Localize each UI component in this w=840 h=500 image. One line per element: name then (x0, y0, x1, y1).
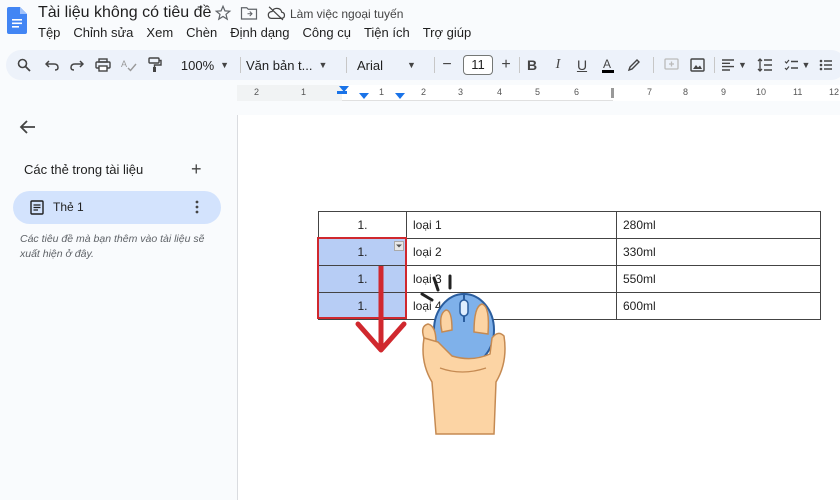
menu-format[interactable]: Định dạng (230, 25, 289, 40)
sidebar-tab-item[interactable]: Thẻ 1 (13, 191, 221, 224)
ruler-number: 1 (301, 87, 307, 97)
toolbar-divider (519, 57, 520, 73)
caret-down-icon: ▼ (738, 60, 747, 70)
align-select[interactable]: ▼ (719, 55, 749, 75)
ruler-first-line-marker[interactable] (337, 91, 347, 94)
table-cell[interactable]: loại 1 (406, 211, 617, 239)
document-tabs-sidebar: Các thẻ trong tài liệu + Thẻ 1 Các tiêu … (0, 101, 237, 500)
svg-text:A: A (121, 59, 127, 69)
menu-view[interactable]: Xem (146, 25, 173, 40)
ruler-number: 4 (497, 87, 503, 97)
table-cell[interactable]: loại 2 (406, 238, 617, 266)
line-spacing-icon[interactable] (755, 55, 775, 75)
toolbar: A 100% ▼ Văn bản t... ▼ Arial ▼ − 11 + B I … (6, 50, 840, 80)
ruler-indent-marker[interactable] (359, 93, 369, 99)
toolbar-divider (714, 57, 715, 73)
ruler-indent-marker[interactable] (395, 93, 405, 99)
spellcheck-icon[interactable]: A (119, 55, 139, 75)
zoom-select[interactable]: 100% ▼ (174, 55, 236, 75)
highlight-pen-icon[interactable] (624, 55, 644, 75)
ruler-number: 5 (535, 87, 541, 97)
caret-down-icon: ▼ (220, 60, 230, 70)
table-row: 1. loại 1 280ml (318, 211, 821, 239)
drag-down-arrow-icon (355, 266, 407, 353)
insert-image-icon[interactable] (687, 55, 707, 75)
table-cell[interactable]: 280ml (616, 211, 821, 239)
search-menus-icon[interactable] (14, 55, 34, 75)
font-family-select[interactable]: Arial ▼ (357, 55, 429, 75)
insert-comment-icon[interactable] (661, 55, 681, 75)
ruler-number: 12 (829, 87, 840, 97)
menu-tools[interactable]: Công cụ (303, 25, 351, 40)
bulleted-list-icon[interactable] (817, 55, 835, 75)
menu-extensions[interactable]: Tiện ích (364, 25, 410, 40)
document-tab-icon (30, 200, 44, 215)
ruler-number: 2 (421, 87, 427, 97)
caret-down-icon: ▼ (801, 60, 811, 70)
caret-down-icon: ▼ (407, 60, 416, 70)
sidebar-heading: Các thẻ trong tài liệu (24, 162, 144, 177)
svg-text:A: A (603, 57, 611, 71)
menu-help[interactable]: Trợ giúp (423, 25, 472, 40)
ruler-number: 7 (647, 87, 653, 97)
underline-button[interactable]: U (572, 55, 592, 75)
menu-bar: Tệp Chỉnh sửa Xem Chèn Định dạng Công cụ… (38, 25, 484, 40)
table-cell[interactable]: 600ml (616, 292, 821, 320)
undo-icon[interactable] (42, 55, 62, 75)
ruler-number: 10 (756, 87, 767, 97)
ruler-number: 1 (379, 87, 385, 97)
paragraph-style-select[interactable]: Văn bản t... ▼ (246, 55, 338, 75)
toolbar-divider (653, 57, 654, 73)
document-title[interactable]: Tài liệu không có tiêu đề (38, 4, 211, 22)
print-icon[interactable] (93, 55, 113, 75)
ruler-number: 9 (721, 87, 727, 97)
cell-menu-chevron-icon[interactable] (394, 241, 404, 251)
star-icon[interactable] (214, 4, 232, 22)
ruler-number: 11 (793, 87, 803, 97)
ruler-number: 2 (254, 87, 260, 97)
ruler-margin-left (237, 85, 342, 101)
toolbar-divider (240, 57, 241, 73)
title-bar: Tài liệu không có tiêu đề Làm việc ngoại… (0, 0, 840, 50)
table-cell[interactable]: 330ml (616, 238, 821, 266)
docs-logo-icon[interactable] (7, 7, 27, 34)
paragraph-style-value: Văn bản t... (246, 57, 313, 73)
horizontal-ruler[interactable]: 2 1 1 2 3 4 5 6 7 8 9 10 11 12 (237, 85, 840, 101)
text-color-button[interactable]: A (598, 55, 618, 75)
move-folder-icon[interactable] (240, 5, 258, 21)
sidebar-hint: Các tiêu đề mà bạn thêm vào tài liệu sẽ … (20, 233, 205, 260)
redo-icon[interactable] (67, 55, 87, 75)
checklist-select[interactable]: ▼ (782, 55, 812, 75)
ruler-column-marker[interactable] (611, 88, 614, 98)
ruler-number: 8 (683, 87, 689, 97)
toolbar-divider (346, 57, 347, 73)
increase-font-size-button[interactable]: + (497, 55, 515, 75)
zoom-value: 100% (180, 57, 215, 73)
back-arrow-icon[interactable] (18, 117, 38, 137)
offline-status[interactable]: Làm việc ngoại tuyến (290, 7, 403, 21)
caret-down-icon: ▼ (318, 60, 328, 70)
more-vert-icon[interactable] (194, 199, 200, 215)
font-size-input[interactable]: 11 (463, 55, 493, 75)
ruler-number: 6 (574, 87, 580, 97)
menu-file[interactable]: Tệp (38, 25, 60, 40)
menu-insert[interactable]: Chèn (186, 25, 217, 40)
cloud-offline-icon[interactable] (266, 5, 286, 21)
italic-button[interactable]: I (548, 55, 568, 75)
table-cell[interactable]: 550ml (616, 265, 821, 293)
table-cell[interactable]: 1. (318, 211, 407, 239)
ruler-number: 3 (458, 87, 464, 97)
paint-format-icon[interactable] (145, 55, 165, 75)
add-tab-icon[interactable]: + (191, 159, 202, 180)
font-family-value: Arial (357, 57, 384, 73)
menu-edit[interactable]: Chỉnh sửa (73, 25, 133, 40)
tab-label: Thẻ 1 (53, 200, 84, 214)
bold-button[interactable]: B (522, 55, 542, 75)
hand-mouse-icon (420, 274, 506, 435)
toolbar-divider (434, 57, 435, 73)
decrease-font-size-button[interactable]: − (438, 55, 456, 75)
